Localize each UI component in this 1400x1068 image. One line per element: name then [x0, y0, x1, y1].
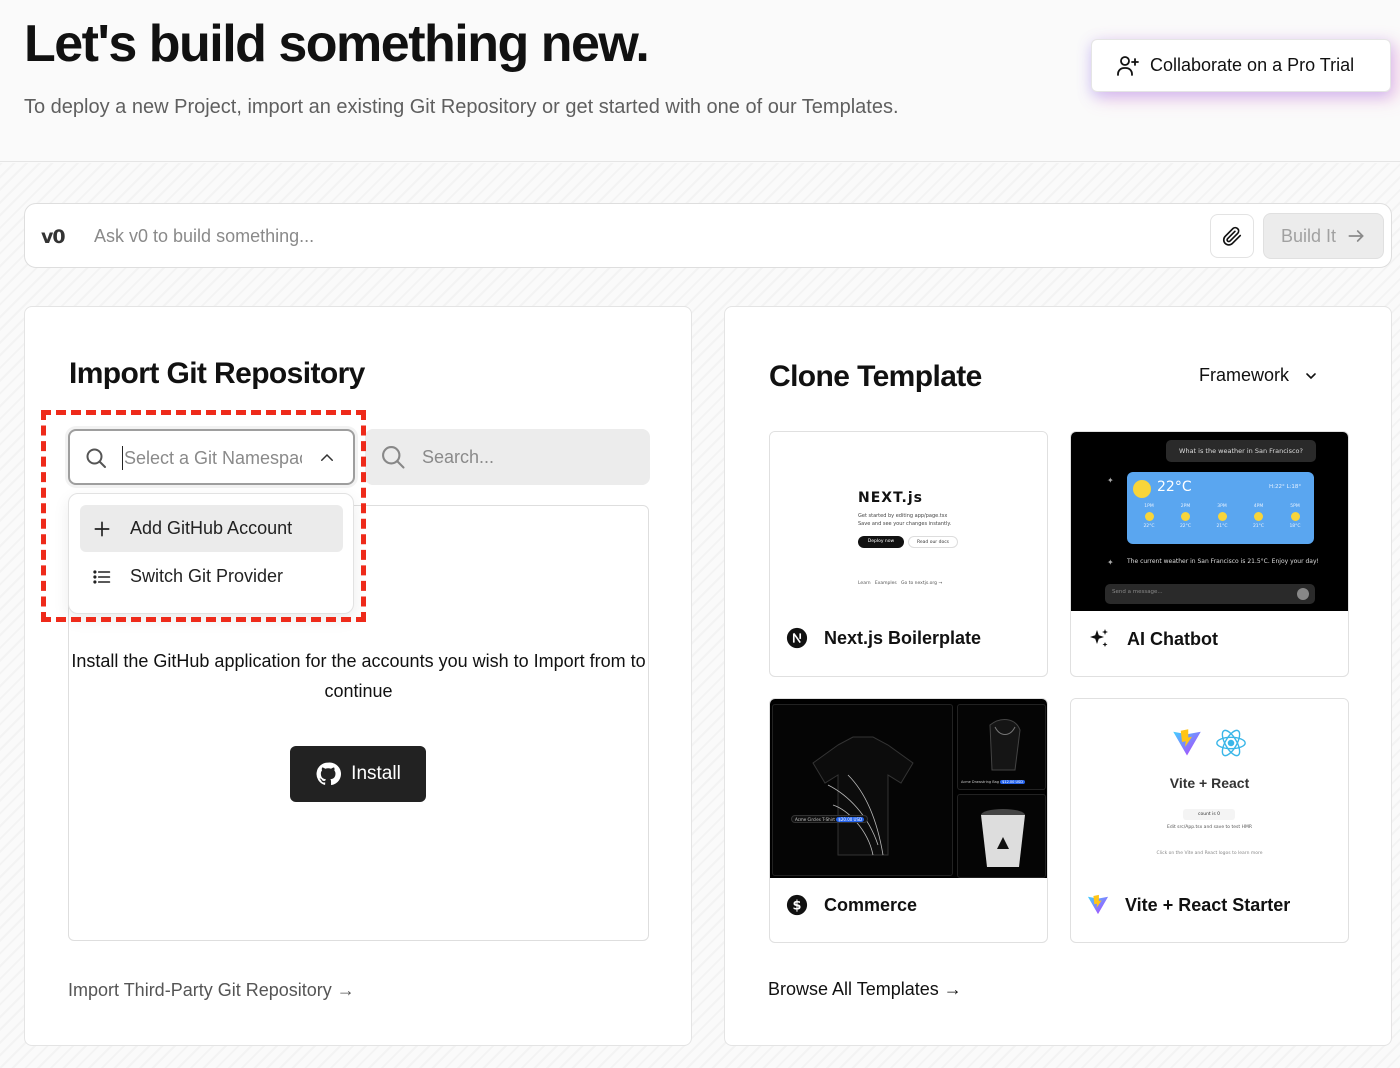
- import-title: Import Git Repository: [69, 357, 365, 390]
- commerce-tag-1: Acme Circles T-Shirt $20.00 USD: [791, 815, 869, 823]
- switch-git-provider-item[interactable]: Switch Git Provider: [80, 553, 343, 600]
- v0-prompt-bar: v0 Build It: [24, 203, 1392, 268]
- vite-click-text: Click on the Vite and React logos to lea…: [1156, 851, 1263, 856]
- react-logo-icon: [1216, 729, 1246, 757]
- nextjs-wordmark: NEXT.js: [858, 490, 923, 506]
- commerce-thumbnail: Acme Circles T-Shirt $20.00 USD Acme Dra…: [770, 699, 1047, 878]
- nextjs-step-2: Save and see your changes instantly.: [858, 521, 952, 527]
- template-label: Vite + React Starter: [1087, 894, 1290, 916]
- chat-question-bubble: What is the weather in San Francisco?: [1166, 440, 1316, 462]
- vite-count-button: count is 0: [1183, 809, 1235, 820]
- chevron-up-icon[interactable]: [318, 449, 336, 467]
- vite-title: Vite + React: [1169, 775, 1250, 791]
- page-header: Let's build something new. To deploy a n…: [0, 0, 1400, 162]
- page-title: Let's build something new.: [24, 15, 650, 73]
- nextjs-deploy-pill: Deploy now: [858, 536, 904, 548]
- framework-select[interactable]: Framework: [1199, 365, 1319, 386]
- nextjs-logo-icon: [786, 627, 808, 649]
- install-label: Install: [351, 763, 401, 784]
- chat-sparkle-icon: ✦: [1107, 476, 1114, 485]
- template-card-nextjs[interactable]: NEXT.js Get started by editing app/page.…: [769, 431, 1048, 677]
- commerce-template-name: Commerce: [824, 894, 918, 915]
- import-git-card: Import Git Repository Install the GitHub…: [24, 306, 692, 1046]
- paperclip-icon: [1222, 226, 1242, 246]
- cup-image: [981, 809, 1025, 867]
- switch-git-provider-label: Switch Git Provider: [130, 566, 284, 586]
- weather-hour-4: 4PM 21°C: [1252, 504, 1265, 529]
- weather-hour-5: 5PM 18°C: [1289, 504, 1301, 529]
- repo-search-input[interactable]: [422, 445, 632, 469]
- nextjs-docs-pill: Read our docs: [908, 536, 958, 548]
- weather-hours-row: 1PM 22°C 2PM 22°C 3PM 21°C 4PM 21°C 5PM 18°C: [1137, 504, 1307, 529]
- add-user-icon: [1117, 55, 1139, 76]
- send-icon: [1297, 588, 1309, 600]
- sparkles-icon: [1090, 629, 1108, 647]
- attach-button[interactable]: [1210, 214, 1254, 258]
- template-card-commerce[interactable]: Acme Circles T-Shirt $20.00 USD Acme Dra…: [769, 698, 1048, 943]
- repo-search-field[interactable]: [365, 429, 650, 485]
- search-icon: [86, 448, 106, 468]
- dollar-icon: $: [786, 894, 808, 916]
- ai-chatbot-thumbnail: What is the weather in San Francisco? ✦ …: [1071, 432, 1348, 611]
- git-namespace-select[interactable]: [68, 429, 355, 485]
- nextjs-step-1: Get started by editing app/page.tsx: [858, 513, 948, 519]
- browse-all-templates-link[interactable]: Browse All Templates →: [768, 979, 962, 1000]
- template-label: Next.js Boilerplate: [786, 627, 981, 649]
- add-github-account-label: Add GitHub Account: [130, 518, 293, 538]
- arrow-right-icon: [1348, 230, 1364, 242]
- bag-image: [989, 719, 1021, 771]
- plus-icon: [94, 521, 110, 536]
- weather-hour-1: 1PM 22°C: [1143, 504, 1155, 529]
- chevron-down-icon: [1306, 372, 1316, 379]
- build-it-button[interactable]: Build It: [1263, 213, 1384, 259]
- weather-hour-2: 2PM 22°C: [1179, 504, 1192, 529]
- git-namespace-input[interactable]: [122, 446, 302, 470]
- github-icon: [316, 762, 342, 786]
- clone-title: Clone Template: [769, 360, 982, 393]
- build-it-label: Build It: [1280, 225, 1337, 246]
- chat-input: Send a message...: [1105, 584, 1315, 604]
- clone-template-card: Clone Template Framework NEXT.js Get sta…: [724, 306, 1392, 1046]
- vite-template-name: Vite + React Starter: [1125, 894, 1291, 915]
- v0-logo-icon: v0: [41, 226, 66, 248]
- chat-sparkle-icon: ✦: [1107, 558, 1114, 567]
- vite-logo-icon: [1087, 894, 1109, 915]
- vite-logo-icon: [1173, 729, 1201, 756]
- commerce-tag-2: Acme Drawstring Bag $12.00 USD: [961, 780, 1025, 784]
- vite-edit-text: Edit src/App.tsx and save to test HMR: [1167, 825, 1252, 830]
- add-github-account-item[interactable]: Add GitHub Account: [80, 505, 343, 552]
- pro-trial-button[interactable]: Collaborate on a Pro Trial: [1091, 39, 1391, 92]
- nextjs-footer: Learn Examples Go to nextjs.org →: [858, 581, 943, 586]
- vite-react-thumbnail: Vite + React count is 0 Edit src/App.tsx…: [1071, 699, 1348, 878]
- template-label: $ Commerce: [786, 894, 917, 916]
- pro-trial-label: Collaborate on a Pro Trial: [1150, 55, 1355, 75]
- commerce-side-panel-2: [957, 794, 1046, 878]
- svg-text:$: $: [793, 899, 802, 914]
- namespace-dropdown-menu: Add GitHub Account Switch Git Provider: [68, 493, 354, 614]
- weather-temp: 22°C: [1157, 479, 1192, 495]
- weather-widget: 22°C H:22° L:18° 1PM 22°C 2PM 22°C 3PM 21°C…: [1127, 472, 1314, 544]
- search-icon: [382, 446, 405, 469]
- weather-hour-3: 3PM 21°C: [1216, 504, 1228, 529]
- nextjs-thumbnail: NEXT.js Get started by editing app/page.…: [770, 432, 1047, 611]
- import-third-party-link[interactable]: Import Third-Party Git Repository →: [68, 980, 355, 1001]
- sun-icon: [1133, 480, 1151, 498]
- framework-label: Framework: [1199, 365, 1290, 385]
- template-card-vite-react[interactable]: Vite + React count is 0 Edit src/App.tsx…: [1070, 698, 1349, 943]
- template-card-ai-chatbot[interactable]: What is the weather in San Francisco? ✦ …: [1070, 431, 1349, 677]
- commerce-side-panel-1: Acme Drawstring Bag $12.00 USD: [957, 704, 1046, 790]
- nextjs-template-name: Next.js Boilerplate: [824, 627, 982, 648]
- page-subtitle: To deploy a new Project, import an exist…: [24, 96, 899, 118]
- list-icon: [93, 569, 111, 584]
- chat-answer: The current weather in San Francisco is …: [1127, 558, 1319, 565]
- install-button[interactable]: Install: [290, 746, 426, 802]
- weather-hilo: H:22° L:18°: [1269, 484, 1302, 490]
- ai-chatbot-template-name: AI Chatbot: [1127, 628, 1218, 649]
- install-instructions: Install the GitHub application for the a…: [71, 651, 646, 701]
- commerce-main-panel: Acme Circles T-Shirt $20.00 USD: [772, 704, 953, 876]
- template-label: AI Chatbot: [1087, 627, 1218, 651]
- v0-prompt-input[interactable]: [94, 224, 1194, 248]
- tshirt-image: [812, 736, 914, 856]
